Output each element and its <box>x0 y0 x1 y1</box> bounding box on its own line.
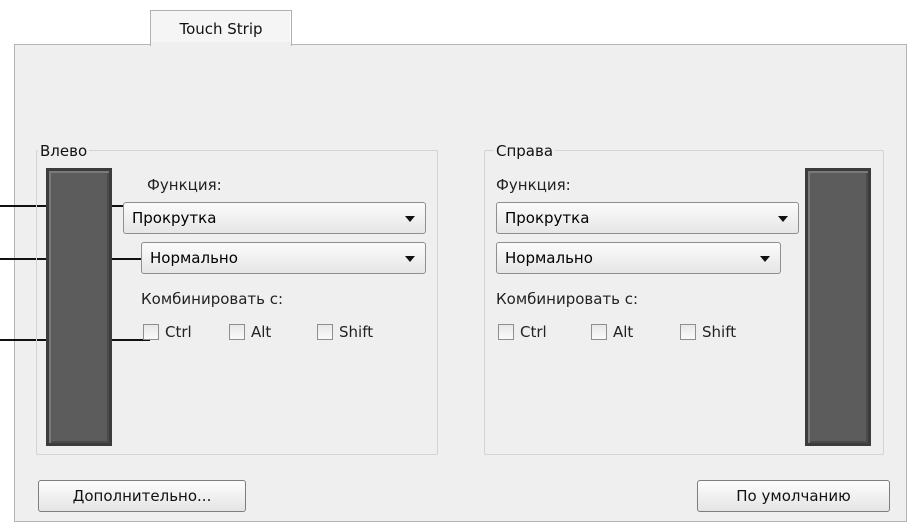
right-mode-dropdown[interactable]: Нормально <box>496 242 781 274</box>
checkbox-label: Alt <box>613 323 634 341</box>
default-button-label: По умолчанию <box>736 487 851 505</box>
checkbox-label: Ctrl <box>165 323 192 341</box>
checkbox-icon <box>317 324 333 340</box>
left-group-label: Влево <box>38 142 90 160</box>
right-function-dropdown[interactable]: Прокрутка <box>496 202 799 234</box>
right-touch-strip <box>805 168 871 446</box>
checkbox-label: Alt <box>251 323 272 341</box>
checkbox-icon <box>229 324 245 340</box>
right-combine-label: Комбинировать с: <box>496 290 639 308</box>
checkbox-icon <box>680 324 696 340</box>
advanced-button[interactable]: Дополнительно... <box>38 480 246 512</box>
left-function-dropdown[interactable]: Прокрутка <box>123 202 426 234</box>
right-alt-checkbox[interactable]: Alt <box>591 323 633 341</box>
right-group-label: Справа <box>494 142 556 160</box>
checkbox-label: Ctrl <box>520 323 547 341</box>
advanced-button-label: Дополнительно... <box>72 487 212 505</box>
checkbox-icon <box>498 324 514 340</box>
right-function-label: Функция: <box>496 176 571 194</box>
chevron-down-icon <box>760 256 770 262</box>
tab-join <box>151 42 291 46</box>
checkbox-icon <box>591 324 607 340</box>
left-combine-label: Комбинировать с: <box>141 290 284 308</box>
right-ctrl-checkbox[interactable]: Ctrl <box>498 323 547 341</box>
tab-touch-strip[interactable]: Touch Strip <box>150 10 292 46</box>
chevron-down-icon <box>405 256 415 262</box>
tab-label: Touch Strip <box>179 19 263 38</box>
left-mode-dropdown[interactable]: Нормально <box>141 242 426 274</box>
left-function-value: Прокрутка <box>132 209 217 227</box>
right-mode-value: Нормально <box>505 249 593 267</box>
left-touch-strip <box>46 168 112 446</box>
chevron-down-icon <box>405 216 415 222</box>
chevron-down-icon <box>778 216 788 222</box>
right-function-value: Прокрутка <box>505 209 590 227</box>
checkbox-label: Shift <box>702 323 737 341</box>
left-shift-checkbox[interactable]: Shift <box>317 323 373 341</box>
default-button[interactable]: По умолчанию <box>697 480 890 512</box>
left-ctrl-checkbox[interactable]: Ctrl <box>143 323 192 341</box>
left-mode-value: Нормально <box>150 249 238 267</box>
right-shift-checkbox[interactable]: Shift <box>680 323 736 341</box>
left-function-label: Функция: <box>147 176 222 194</box>
left-alt-checkbox[interactable]: Alt <box>229 323 271 341</box>
checkbox-icon <box>143 324 159 340</box>
checkbox-label: Shift <box>339 323 374 341</box>
